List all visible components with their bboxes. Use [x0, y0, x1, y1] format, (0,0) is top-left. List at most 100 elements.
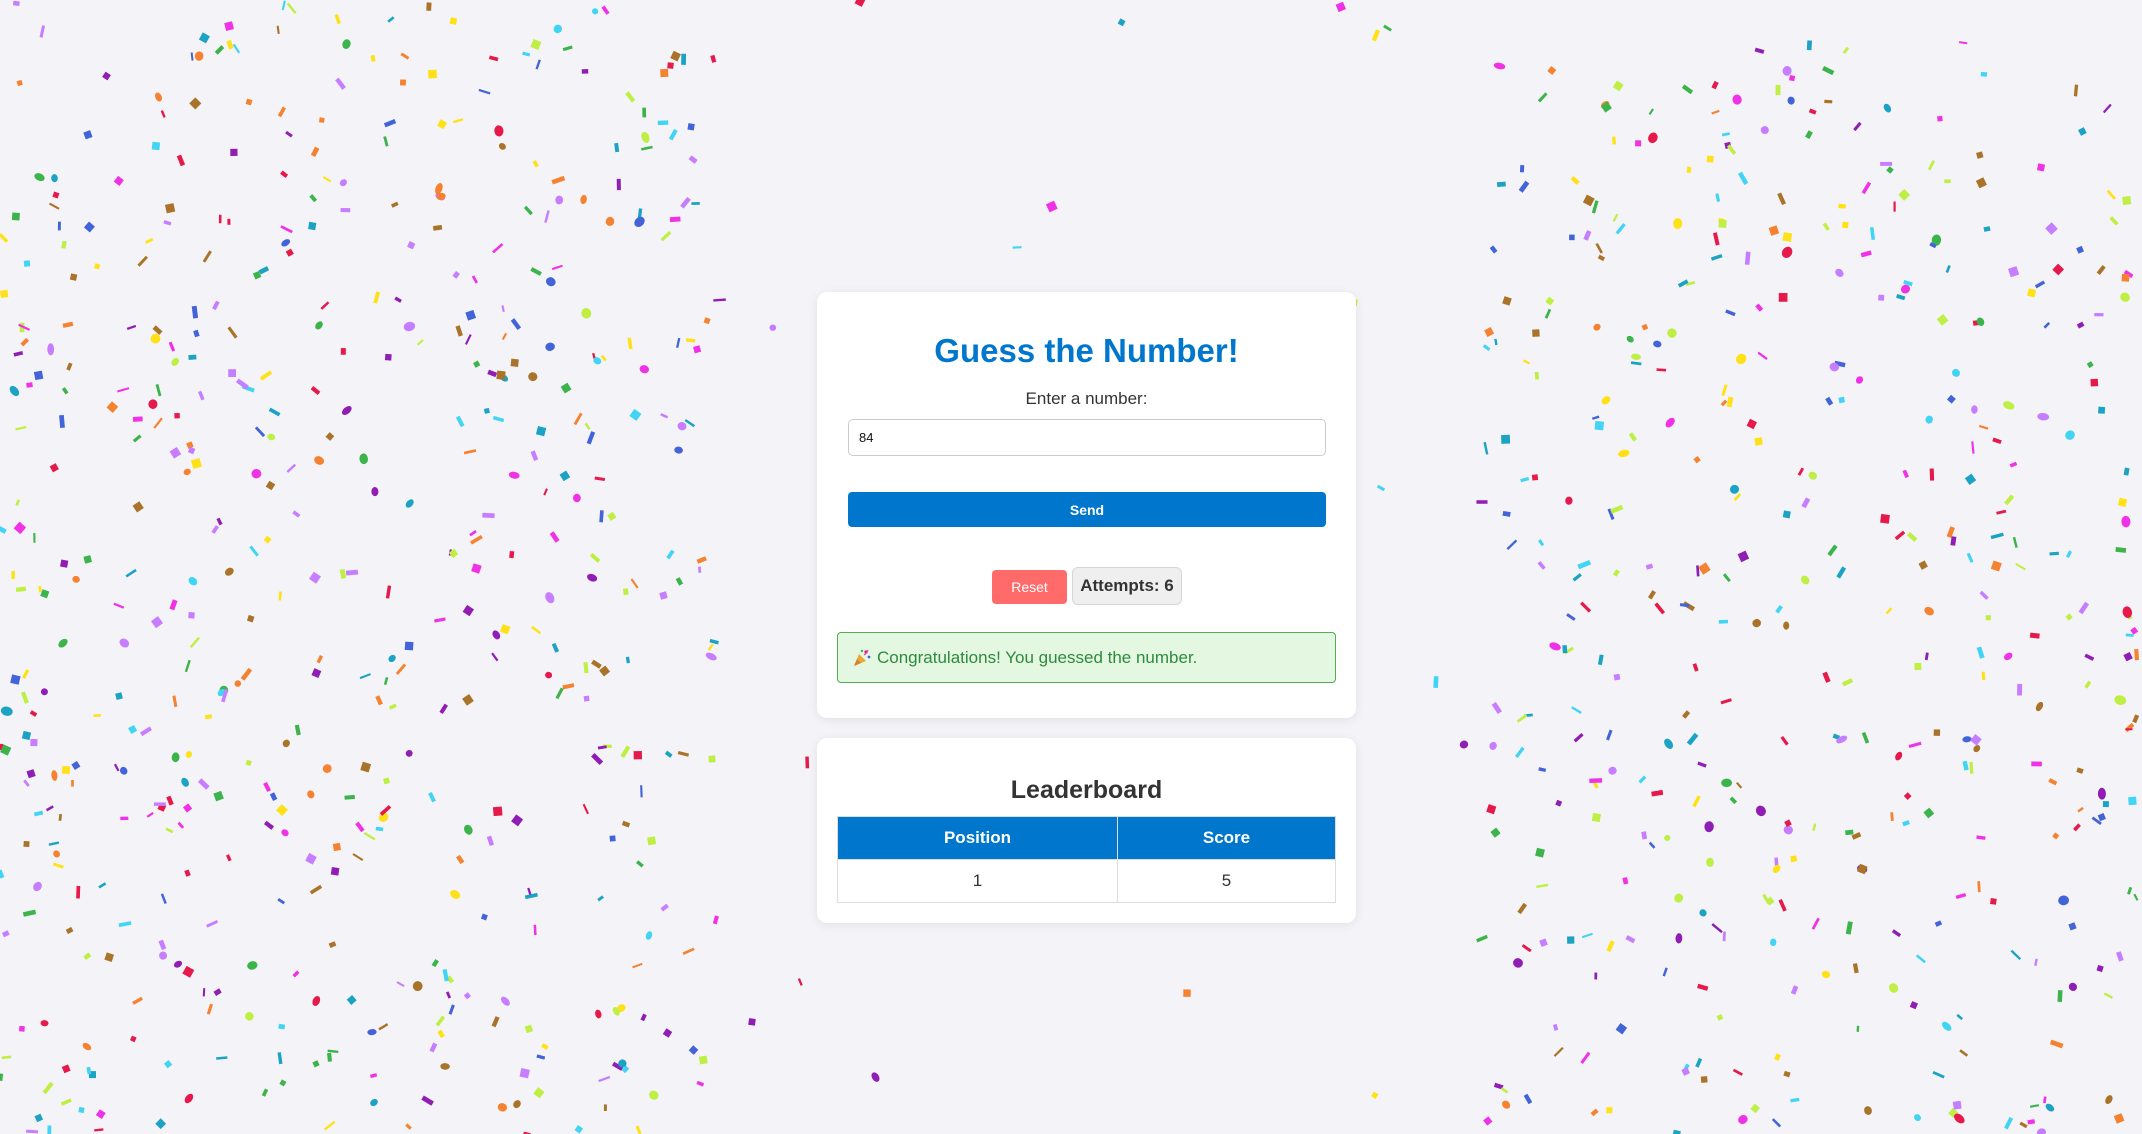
- confetti-piece: [616, 1004, 626, 1013]
- confetti-piece: [629, 408, 642, 421]
- confetti-piece: [119, 638, 130, 648]
- position-cell: 1: [837, 859, 1118, 903]
- confetti-piece: [1459, 740, 1469, 749]
- confetti-piece: [434, 617, 446, 623]
- confetti-piece: [412, 981, 423, 992]
- number-input[interactable]: [848, 419, 1326, 456]
- confetti-piece: [1976, 835, 1986, 840]
- confetti-piece: [148, 399, 158, 409]
- confetti-piece: [1886, 166, 1894, 174]
- confetti-piece: [545, 592, 555, 604]
- confetti-piece: [1822, 222, 1830, 231]
- confetti-piece: [1544, 308, 1552, 319]
- confetti-piece: [113, 763, 120, 772]
- confetti-piece: [2052, 832, 2060, 840]
- confetti-piece: [1755, 303, 1764, 312]
- confetti-piece: [280, 225, 293, 234]
- confetti-piece: [327, 1052, 332, 1062]
- confetti-piece: [448, 548, 459, 559]
- confetti-piece: [359, 453, 369, 465]
- confetti-piece: [614, 142, 620, 153]
- confetti-piece: [1980, 71, 1988, 77]
- confetti-piece: [52, 191, 60, 199]
- confetti-piece: [33, 370, 44, 381]
- confetti-piece: [310, 146, 320, 157]
- confetti-piece: [1981, 671, 1986, 681]
- confetti-piece: [1845, 829, 1854, 836]
- confetti-piece: [1736, 353, 1747, 365]
- confetti-piece: [1962, 736, 1972, 743]
- confetti-piece: [1521, 944, 1532, 953]
- confetti-piece: [2052, 263, 2065, 276]
- reset-button[interactable]: Reset: [992, 570, 1067, 604]
- confetti-piece: [1836, 566, 1847, 579]
- confetti-piece: [160, 893, 167, 905]
- confetti-piece: [1711, 923, 1723, 934]
- confetti-piece: [531, 625, 542, 635]
- confetti-piece: [524, 892, 538, 900]
- confetti-piece: [1782, 66, 1792, 76]
- confetti-piece: [1631, 353, 1641, 360]
- confetti-piece: [400, 52, 410, 60]
- confetti-piece: [1697, 983, 1709, 991]
- confetti-piece: [499, 624, 511, 635]
- confetti-piece: [1483, 1116, 1493, 1126]
- confetti-piece: [13, 521, 27, 535]
- confetti-piece: [1538, 767, 1547, 773]
- confetti-piece: [1838, 203, 1846, 209]
- confetti-piece: [589, 552, 601, 563]
- confetti-piece: [498, 143, 506, 150]
- confetti-piece: [1566, 613, 1576, 621]
- confetti-piece: [797, 978, 803, 986]
- confetti-piece: [2065, 613, 2073, 621]
- confetti-piece: [214, 45, 225, 55]
- score-cell: 5: [1117, 859, 1336, 903]
- confetti-piece: [1012, 246, 1022, 249]
- confetti-piece: [1864, 1106, 1872, 1115]
- confetti-piece: [315, 321, 323, 330]
- confetti-piece: [202, 250, 212, 263]
- confetti-piece: [323, 1120, 336, 1131]
- confetti-piece: [2115, 546, 2127, 553]
- confetti-piece: [378, 1023, 389, 1031]
- confetti-piece: [216, 517, 223, 526]
- confetti-piece: [1594, 420, 1605, 431]
- confetti-piece: [1580, 601, 1592, 613]
- confetti-piece: [2122, 606, 2133, 618]
- send-button[interactable]: Send: [848, 492, 1326, 527]
- leaderboard-header-row: Position Score: [837, 816, 1336, 860]
- confetti-piece: [404, 641, 414, 651]
- confetti-piece: [1718, 217, 1725, 224]
- confetti-piece: [2097, 787, 2106, 800]
- confetti-piece: [528, 372, 538, 382]
- confetti-piece: [1778, 293, 1788, 302]
- confetti-piece: [2048, 778, 2058, 786]
- confetti-piece: [2036, 163, 2046, 172]
- confetti-piece: [396, 981, 405, 987]
- confetti-piece: [1941, 1021, 1952, 1031]
- confetti-piece: [15, 499, 21, 506]
- confetti-piece: [281, 239, 291, 247]
- confetti-piece: [171, 357, 180, 366]
- confetti-piece: [1534, 371, 1540, 380]
- confetti-piece: [500, 996, 510, 1006]
- confetti-piece: [172, 695, 178, 708]
- confetti-piece: [1506, 539, 1518, 551]
- confetti-piece: [2102, 103, 2112, 114]
- confetti-piece: [1729, 796, 1738, 805]
- confetti-piece: [1594, 972, 1598, 980]
- confetti-piece: [339, 179, 348, 187]
- confetti-piece: [1641, 831, 1648, 840]
- confetti-piece: [2045, 1103, 2055, 1112]
- confetti-piece: [632, 962, 643, 969]
- confetti-piece: [258, 266, 270, 275]
- confetti-piece: [174, 412, 180, 419]
- confetti-piece: [395, 663, 407, 675]
- confetti-piece: [2015, 562, 2026, 571]
- confetti-piece: [383, 677, 389, 685]
- confetti-piece: [1750, 1103, 1760, 1114]
- confetti-piece: [682, 947, 695, 955]
- confetti-piece: [1537, 92, 1548, 103]
- confetti-piece: [1895, 751, 1903, 761]
- confetti-piece: [1774, 857, 1779, 866]
